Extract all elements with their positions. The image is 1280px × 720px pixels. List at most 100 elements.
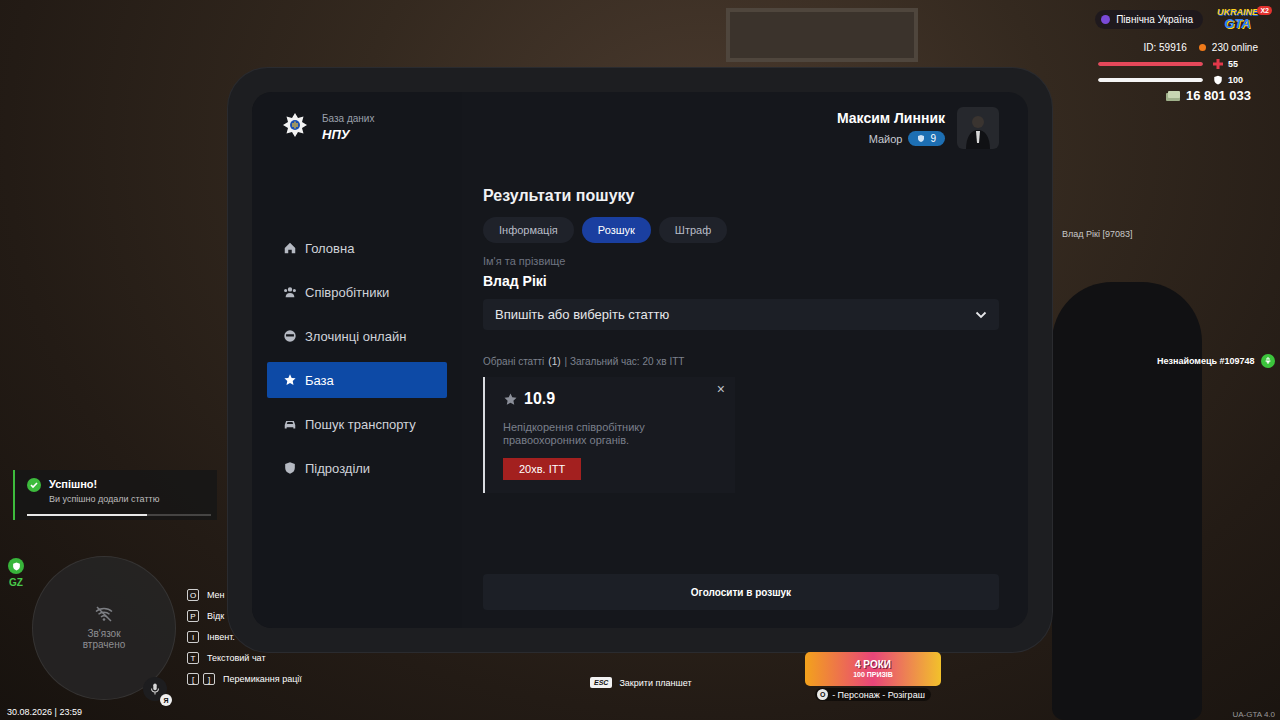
tabs: Інформація Розшук Штраф (483, 217, 727, 243)
promo-subtitle: 100 ПРИЗІВ (853, 671, 893, 678)
key-cap: ESC (590, 677, 612, 688)
sidebar-item[interactable]: Підрозділи (267, 450, 447, 486)
user-header: Максим Линник Майор 9 (483, 107, 999, 149)
key-hint: I Інвент. (187, 630, 302, 644)
notification-progress (27, 514, 211, 516)
armor-value: 100 (1228, 75, 1246, 85)
sidebar-label: База (305, 373, 334, 388)
hint-label: Відк (207, 611, 224, 621)
online-count: 230 online (1212, 42, 1258, 53)
summary-count: (1) (548, 356, 560, 367)
shield-icon (917, 134, 925, 143)
zone-indicator: GZ (8, 558, 24, 588)
money-row: 16 801 033 (1165, 88, 1251, 103)
logo-badge: X2 (1257, 6, 1272, 15)
zone-label: GZ (9, 577, 23, 588)
region-icon (1101, 15, 1110, 24)
wifi-off-icon (95, 606, 113, 622)
close-hint[interactable]: ESC Закрити планшет (590, 677, 692, 688)
key-hint: [] Перемикання рації (187, 672, 302, 686)
summary-total: | Загальний час: 20 хв ІТТ (565, 356, 685, 367)
article-select[interactable]: Впишіть або виберіть статтю (483, 299, 999, 330)
menu-icon (283, 241, 297, 255)
sidebar-label: Злочинці онлайн (305, 329, 406, 344)
key-cap: ] (203, 673, 215, 685)
server-logo: UKRAINEGTAX2 (1217, 8, 1268, 30)
notification: Успішно! Ви успішно додали статтю (13, 470, 217, 520)
mic-badge: Я (160, 694, 172, 706)
promo-banner: 4 РОКИ100 ПРИЗІВ (805, 652, 941, 686)
mic-button[interactable]: Я (143, 677, 167, 701)
health-row: 55 (1098, 59, 1246, 69)
hint-label: Закрити планшет (619, 678, 691, 688)
armor-bar (1098, 78, 1203, 82)
date-time: 30.08.2026 | 23:59 (7, 707, 82, 717)
field-label: Ім'я та прізвище (483, 255, 565, 267)
notification-title: Успішно! (49, 478, 159, 490)
select-placeholder: Впишіть або виберіть статтю (495, 307, 669, 322)
menu-icon (283, 373, 297, 387)
health-bar (1098, 62, 1203, 66)
player-nametag: Незнайомець #109748 (1157, 354, 1275, 368)
key-cap: I (187, 631, 199, 643)
sidebar-item[interactable]: Головна (267, 230, 447, 266)
key-hints: OМенPВідкIІнвент.TТекстовий чат[]Перемик… (187, 588, 302, 686)
mic-icon (150, 683, 160, 695)
key-cap: T (187, 652, 199, 664)
summary: Обрані статті(1)| Загальний час: 20 хв І… (483, 356, 684, 367)
player-id: ID: 59916 (1143, 42, 1186, 53)
menu-icon (283, 329, 297, 343)
sidebar-item[interactable]: Співробітники (267, 274, 447, 310)
logo-text: GTA (1224, 17, 1250, 30)
notification-message: Ви успішно додали статтю (49, 494, 159, 504)
user-rank: Майор (869, 133, 903, 145)
hint-label: Мен (207, 590, 225, 600)
sidebar-label: Головна (305, 241, 354, 256)
brand: База данихНПУ (267, 112, 447, 142)
menu-icon (283, 461, 297, 475)
avatar-icon (958, 109, 998, 149)
game-screen: Влад Рікі [97083]Незнайомець #109748Півн… (0, 0, 1280, 720)
armor-icon (1213, 75, 1223, 85)
hint-label: Текстовий чат (207, 653, 266, 663)
tab[interactable]: Штраф (659, 217, 727, 243)
tab[interactable]: Розшук (582, 217, 651, 243)
promo-label: - Персонаж - Розіграш (832, 690, 925, 700)
sidebar-label: Співробітники (305, 285, 389, 300)
hud-status: Північна Україна UKRAINEGTAX2 ID: 59916 230… (1095, 8, 1268, 103)
shield-icon (8, 558, 24, 574)
money-value: 16 801 033 (1186, 88, 1251, 103)
sidebar-item[interactable]: База (267, 362, 447, 398)
page-title: Результати пошуку (483, 187, 634, 205)
sidebar-item[interactable]: Злочинці онлайн (267, 318, 447, 354)
star-icon (503, 392, 518, 407)
hint-label: Перемикання рації (223, 674, 302, 684)
sidebar: База данихНПУ Головна Співробітники Злочинц… (252, 92, 462, 628)
key-cap: O (187, 589, 199, 601)
article-description: Непідкорення співробітнику правоохоронни… (503, 421, 698, 446)
key-cap: [ (187, 673, 199, 685)
chevron-down-icon (975, 311, 987, 319)
health-icon (1213, 59, 1223, 69)
tab[interactable]: Інформація (483, 217, 574, 243)
police-badge-icon (280, 112, 310, 142)
region-text: Північна Україна (1116, 14, 1193, 25)
key-hint: O Мен (187, 588, 302, 602)
logo-text: UKRAINE (1217, 8, 1258, 17)
hint-label: Інвент. (207, 632, 235, 642)
submit-button[interactable]: Оголосити в розшук (483, 574, 999, 610)
menu-icon (283, 285, 297, 299)
main-panel: Максим Линник Майор 9 Результати пошуку Інфо… (462, 92, 1028, 628)
brand-subtitle: База даних (322, 113, 374, 124)
sidebar-item[interactable]: Пошук транспорту (267, 406, 447, 442)
user-name: Максим Линник (837, 110, 945, 126)
online-icon (1199, 44, 1206, 51)
sidebar-menu: Головна Співробітники Злочинці онлайн База П… (267, 230, 447, 486)
remove-button[interactable]: × (717, 381, 725, 397)
article-list: ×10.9Непідкорення співробітнику правоохо… (483, 377, 735, 493)
rank-badge: 9 (908, 131, 945, 146)
person-name: Влад Рікі (483, 273, 547, 289)
promo[interactable]: 4 РОКИ100 ПРИЗІВO- Персонаж - Розіграш (805, 652, 941, 701)
check-icon (27, 478, 41, 492)
penalty-badge: 20хв. ІТТ (503, 458, 581, 480)
